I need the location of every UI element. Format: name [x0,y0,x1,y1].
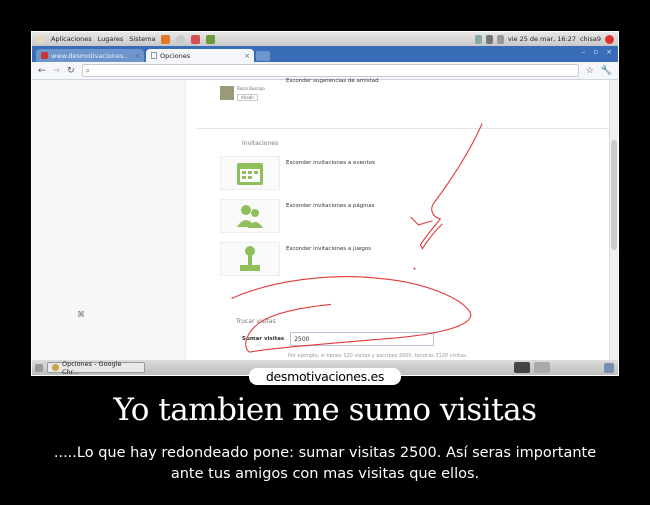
search-icon: ⌕ [85,65,91,75]
row-label: Esconder invitaciones a juegos [286,246,372,252]
taskbar-window-label: Opciones - Google Chr... [61,359,122,376]
suggestion-name: Rocio Buscojo [237,86,265,91]
back-icon[interactable]: ← [38,66,46,76]
menu-places[interactable]: Lugares [98,35,124,43]
tab-label: www.desmotivaciones.. [51,51,128,60]
omnibox[interactable]: ⌕ [81,64,579,77]
settings-page: ⌘ Rocio Buscojo Añadir Esconder sugerenc… [32,78,618,362]
row-label: Esconder invitaciones a eventos [286,160,375,166]
star-icon[interactable]: ☆ [586,66,594,76]
chrome-icon[interactable] [176,34,186,44]
show-desktop-icon[interactable] [35,363,43,372]
app-icon[interactable] [191,34,201,44]
forward-icon[interactable]: → [53,66,61,76]
suggestion-row: Rocio Buscojo Añadir Esconder sugerencia… [220,78,379,106]
window-controls: – ▫ × [582,48,612,56]
network-icon[interactable] [474,34,482,44]
setting-row-events[interactable]: Esconder invitaciones a eventos [220,156,375,190]
user-name[interactable]: chisa9 [580,35,601,43]
chrome-icon [52,364,59,371]
row-label: Esconder sugerencias de amistad [286,78,379,84]
screenshot-frame: Aplicaciones Lugares Sistema vie 25 de m… [31,31,619,376]
visits-input[interactable]: 2500 [290,332,435,346]
poster-caption: .....Lo que hay redondeado pone: sumar v… [53,445,597,482]
maximize-icon[interactable]: ▫ [593,48,598,56]
divider [197,128,612,129]
close-icon[interactable]: × [134,52,140,60]
taskbar-window-button[interactable]: Opciones - Google Chr... [47,359,145,376]
tab-desmotivaciones[interactable]: www.desmotivaciones.. × [36,49,144,62]
signal-icon[interactable] [485,34,493,44]
workspace-switcher[interactable] [514,362,530,373]
add-button[interactable]: Añadir [237,94,259,101]
app-icon-2[interactable] [206,34,216,44]
foot-icon[interactable] [36,34,45,44]
suggestion-card: Rocio Buscojo Añadir [220,80,280,106]
section-trick-visits: Trucar visitas [236,318,276,325]
wrench-icon[interactable]: 🔧 [601,66,612,76]
close-window-icon[interactable]: × [606,48,612,56]
visits-value: 2500 [294,335,310,343]
cursor-icon: ⌘ [77,310,85,319]
scrollbar[interactable] [609,80,618,362]
poster-title: Yo tambien me sumo visitas [113,392,537,428]
setting-row-games[interactable]: Esconder invitaciones a juegos [220,242,371,276]
volume-icon[interactable] [496,34,504,44]
new-tab-button[interactable] [256,51,270,61]
section-invitations: Invitaciones [242,140,279,147]
site-logo: desmotivaciones.es [249,368,401,385]
reload-icon[interactable]: ↻ [67,66,75,76]
scrollbar-thumb[interactable] [611,140,617,250]
avatar [220,86,234,100]
setting-row-pages[interactable]: Esconder invitaciones a páginas [220,199,375,233]
minimize-icon[interactable]: – [582,48,586,56]
favicon [41,52,48,59]
top-panel: Aplicaciones Lugares Sistema vie 25 de m… [32,32,618,46]
poster: Aplicaciones Lugares Sistema vie 25 de m… [0,0,650,505]
menu-applications[interactable]: Aplicaciones [51,35,92,43]
visits-label: Sumar visitas [242,336,285,342]
left-column: ⌘ [32,80,186,362]
page-icon [151,52,157,59]
workspace-switcher-2[interactable] [534,362,550,373]
power-icon[interactable] [605,34,614,44]
tab-label: Opciones [160,51,191,60]
tab-opciones[interactable]: Opciones × [146,49,254,62]
tab-strip: www.desmotivaciones.. × Opciones × – ▫ × [32,46,618,62]
close-icon[interactable]: × [244,52,250,60]
row-label: Esconder invitaciones a páginas [286,203,375,209]
menu-system[interactable]: Sistema [129,35,155,43]
firefox-icon[interactable] [161,34,171,44]
visits-row: Sumar visitas 2500 [242,332,435,346]
clock[interactable]: vie 25 de mar, 16:27 [508,35,576,43]
trash-icon[interactable] [604,362,614,373]
calendar-icon [220,156,280,190]
joystick-icon [220,242,280,276]
people-icon [220,199,280,233]
